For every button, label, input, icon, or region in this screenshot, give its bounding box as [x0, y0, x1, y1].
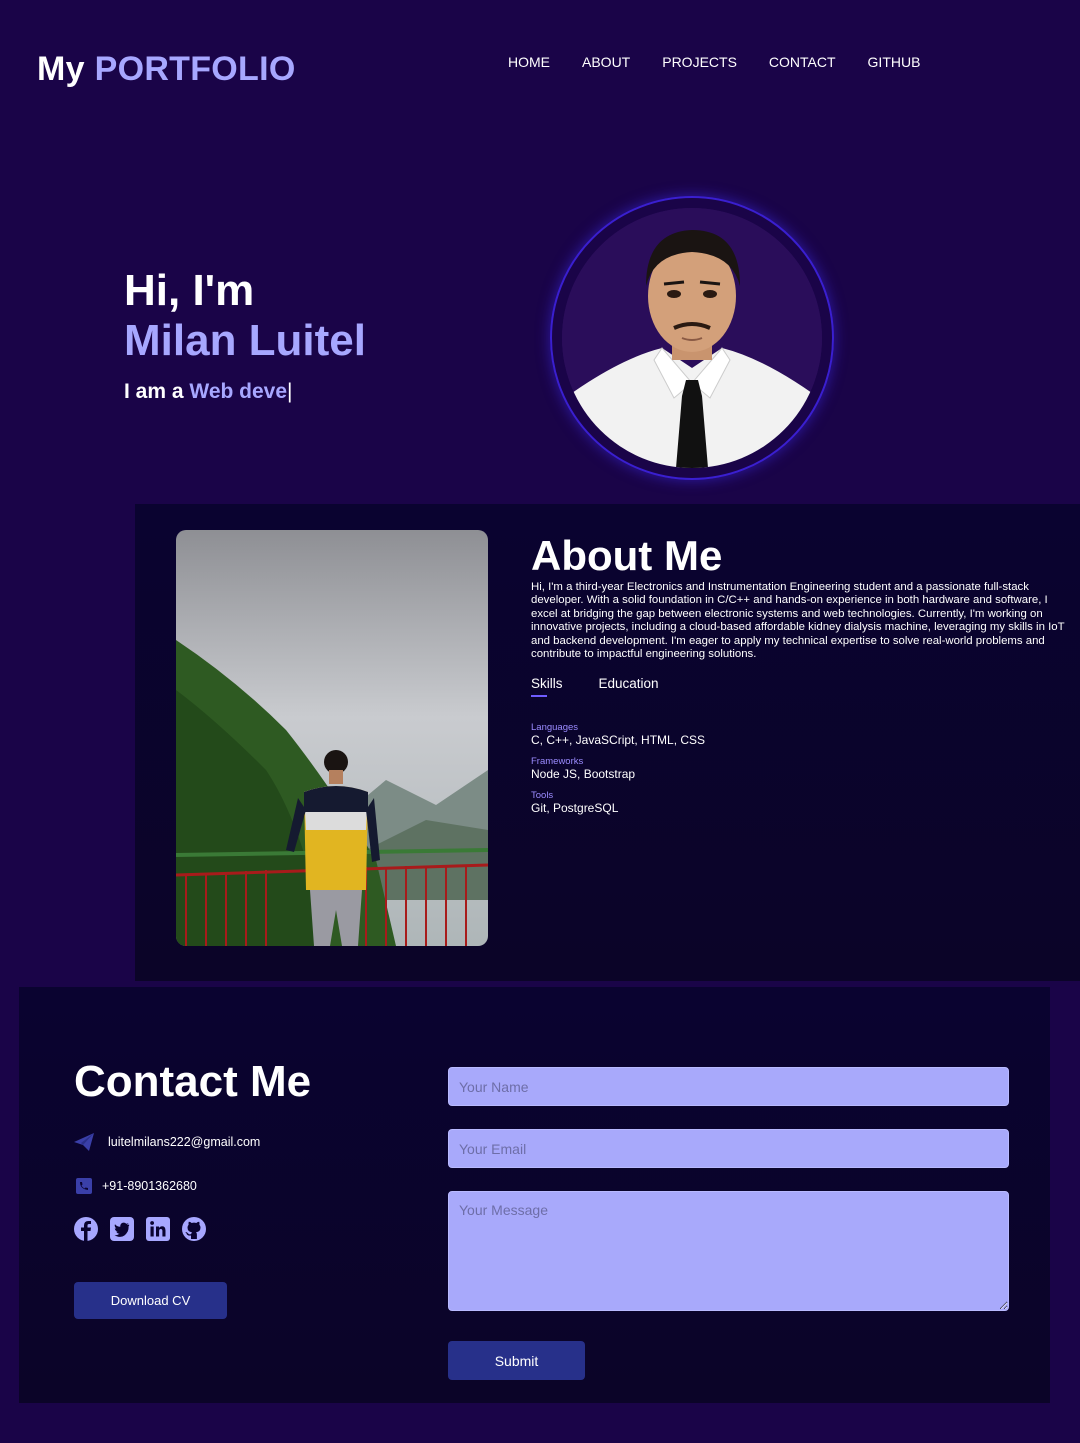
logo-prefix: My: [37, 50, 85, 88]
skill-label: Frameworks: [531, 756, 584, 767]
name-input[interactable]: [448, 1067, 1009, 1106]
nav-github[interactable]: GITHUB: [868, 54, 921, 70]
about-tabs: Skills Education: [531, 676, 695, 697]
hero-greeting: Hi, I'm: [124, 266, 255, 315]
facebook-icon[interactable]: [74, 1217, 98, 1241]
twitter-icon[interactable]: [110, 1217, 134, 1241]
skill-frameworks: Frameworks Node JS, Bootstrap: [531, 756, 635, 781]
phone-icon: [74, 1177, 94, 1195]
main-nav: HOME ABOUT PROJECTS CONTACT GITHUB: [508, 54, 952, 70]
skill-label: Tools: [531, 790, 554, 801]
download-cv-button[interactable]: Download CV: [74, 1282, 227, 1319]
typing-cursor: |: [287, 380, 293, 403]
email-input[interactable]: [448, 1129, 1009, 1168]
paper-plane-icon: [74, 1133, 94, 1151]
nav-contact[interactable]: CONTACT: [769, 54, 836, 70]
skill-label: Languages: [531, 722, 579, 733]
skill-value: Git, PostgreSQL: [531, 801, 619, 815]
contact-email: luitelmilans222@gmail.com: [74, 1133, 260, 1151]
tab-skills[interactable]: Skills: [531, 676, 563, 697]
role-prefix: I am a: [124, 380, 184, 403]
hero-name: Milan Luitel: [124, 316, 366, 365]
about-photo: [176, 530, 488, 946]
skill-tools: Tools Git, PostgreSQL: [531, 790, 618, 815]
nav-projects[interactable]: PROJECTS: [662, 54, 737, 70]
about-title: About Me: [531, 532, 723, 579]
message-textarea[interactable]: [448, 1191, 1009, 1311]
role-typed: Web deve: [189, 380, 288, 403]
about-description: Hi, I'm a third-year Electronics and Ins…: [531, 581, 1065, 661]
logo-accent: PORTFOLIO: [94, 50, 296, 88]
nav-about[interactable]: ABOUT: [582, 54, 630, 70]
skill-value: Node JS, Bootstrap: [531, 767, 636, 781]
skill-value: C, C++, JavaSCript, HTML, CSS: [531, 733, 706, 747]
contact-section: Contact Me luitelmilans222@gmail.com +91…: [19, 987, 1050, 1403]
hero-role: I am a Web deve|: [124, 380, 293, 404]
contact-phone: +91-8901362680: [74, 1177, 197, 1195]
social-links: [74, 1217, 218, 1241]
site-logo[interactable]: My PORTFOLIO: [37, 50, 296, 89]
profile-photo: [562, 208, 822, 468]
contact-title: Contact Me: [74, 1057, 312, 1106]
phone-text[interactable]: +91-8901362680: [102, 1179, 197, 1193]
linkedin-icon[interactable]: [146, 1217, 170, 1241]
nav-home[interactable]: HOME: [508, 54, 550, 70]
about-section: About Me Hi, I'm a third-year Electronic…: [135, 504, 1080, 981]
github-icon[interactable]: [182, 1217, 206, 1241]
tab-education[interactable]: Education: [599, 676, 659, 691]
skill-languages: Languages C, C++, JavaSCript, HTML, CSS: [531, 722, 705, 747]
email-text[interactable]: luitelmilans222@gmail.com: [108, 1135, 260, 1149]
submit-button[interactable]: Submit: [448, 1341, 585, 1380]
